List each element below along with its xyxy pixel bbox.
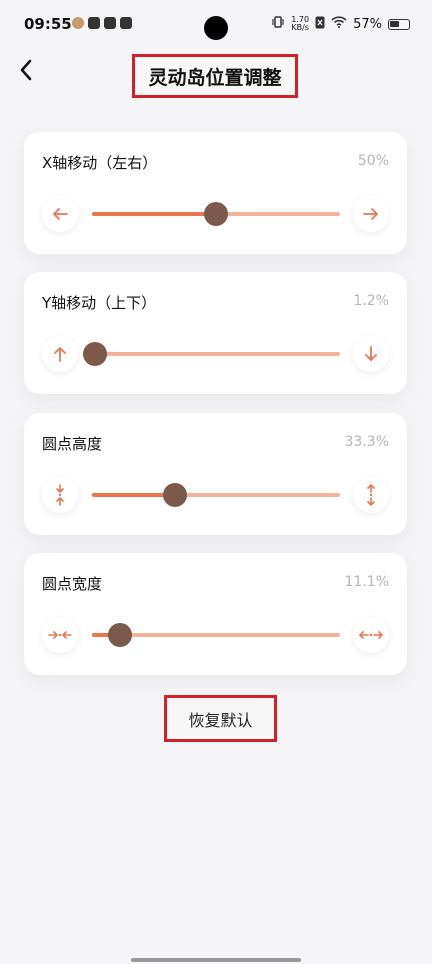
status-time: 09:55 — [24, 15, 72, 33]
dot-height-card: 圆点高度 33.3% — [24, 413, 407, 535]
vibrate-icon — [271, 15, 285, 33]
reset-default-button[interactable]: 恢复默认 — [164, 695, 277, 742]
decrease-height-button[interactable] — [42, 477, 78, 513]
dot-width-value: 11.1% — [344, 574, 389, 590]
app-notification-icon — [72, 17, 84, 29]
dot-width-label: 圆点宽度 — [42, 575, 103, 593]
slider-fill — [92, 212, 216, 216]
slider-thumb[interactable] — [82, 342, 107, 366]
move-left-button[interactable] — [42, 196, 78, 232]
back-arrow-icon — [20, 59, 32, 81]
page-title: 灵动岛位置调整 — [132, 54, 298, 98]
x-axis-slider[interactable] — [92, 202, 340, 226]
arrow-up-icon — [54, 347, 66, 362]
home-indicator[interactable] — [131, 958, 301, 962]
dot-width-card: 圆点宽度 11.1% — [24, 553, 407, 675]
arrow-right-icon — [363, 208, 378, 220]
mail-icon — [104, 17, 116, 29]
wifi-icon — [331, 16, 347, 32]
y-axis-slider[interactable] — [82, 342, 340, 366]
arrow-down-icon — [365, 346, 377, 361]
back-button[interactable] — [12, 56, 40, 84]
expand-horizontal-icon — [359, 631, 383, 639]
slider-thumb[interactable] — [204, 202, 228, 226]
expand-vertical-icon — [367, 484, 375, 506]
slider-thumb[interactable] — [107, 623, 132, 647]
y-axis-value: 1.2% — [353, 293, 389, 309]
net-speed-unit: KB/s — [291, 23, 309, 32]
move-down-button[interactable] — [353, 336, 389, 372]
decrease-width-button[interactable] — [42, 617, 78, 653]
tiktok-icon — [120, 17, 132, 29]
y-axis-card: Y轴移动（上下） 1.2% — [24, 272, 407, 394]
compress-vertical-icon — [56, 484, 64, 506]
notification-icons — [72, 17, 132, 29]
dot-width-slider[interactable] — [92, 623, 340, 647]
move-right-button[interactable] — [353, 196, 389, 232]
y-axis-label: Y轴移动（上下） — [42, 294, 157, 312]
x-axis-label: X轴移动（左右） — [42, 154, 158, 172]
network-speed: 1.70 KB/s — [291, 16, 309, 32]
dot-height-value: 33.3% — [344, 434, 389, 450]
slider-thumb[interactable] — [162, 483, 187, 507]
x-axis-card: X轴移动（左右） 50% — [24, 132, 407, 254]
app-notification-icon — [88, 17, 100, 29]
battery-icon — [388, 18, 410, 30]
move-up-button[interactable] — [42, 336, 78, 372]
sim-icon — [315, 16, 325, 33]
x-axis-value: 50% — [357, 153, 389, 169]
battery-percent: 57% — [353, 16, 382, 32]
increase-width-button[interactable] — [353, 617, 389, 653]
front-camera — [204, 16, 228, 40]
increase-height-button[interactable] — [353, 477, 389, 513]
compress-horizontal-icon — [48, 631, 72, 639]
status-indicators: 1.70 KB/s 57% — [271, 15, 410, 33]
dot-height-label: 圆点高度 — [42, 435, 103, 453]
status-bar: 09:55 1.70 KB/s 57% — [0, 0, 432, 50]
slider-track — [92, 352, 340, 356]
arrow-left-icon — [53, 208, 68, 220]
dot-height-slider[interactable] — [92, 483, 340, 507]
